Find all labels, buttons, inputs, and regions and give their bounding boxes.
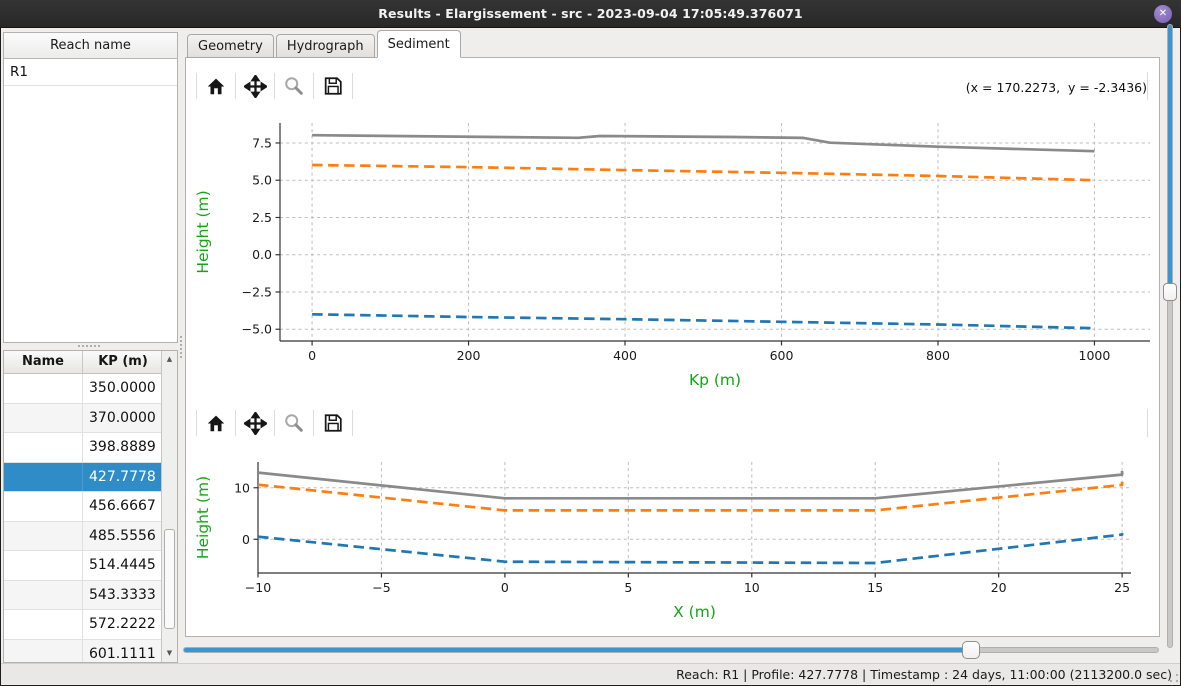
kp-profile-chart[interactable]: 0 200 400 600 800 1000 7.5 5.0 2.5 0.0 −2.5 −5.0 Kp …	[188, 106, 1156, 398]
cursor-coordinates: (x = 170.2273, y = -2.3436)	[966, 80, 1147, 95]
svg-text:600: 600	[770, 348, 794, 363]
table-row[interactable]: 514.4445	[4, 551, 162, 581]
cross-section-chart[interactable]: −10 −5 0 5 10 15 20 25 10 0 X (m) Height (m)	[188, 444, 1156, 626]
tab-geometry[interactable]: Geometry	[187, 34, 274, 58]
table-row[interactable]: 427.7778	[4, 463, 162, 493]
profile-slider-handle[interactable]	[962, 641, 980, 659]
svg-text:5: 5	[624, 580, 632, 595]
profile-table-header: Name KP (m)	[4, 351, 177, 374]
pan-button[interactable]	[236, 71, 274, 101]
reach-list-panel: Reach name R1	[3, 32, 178, 343]
svg-text:−10: −10	[245, 580, 271, 595]
zoom-button[interactable]	[275, 408, 313, 438]
reach-list-header: Reach name	[4, 33, 177, 59]
pan-arrows-icon	[244, 75, 267, 98]
svg-text:800: 800	[926, 348, 950, 363]
table-row[interactable]: 350.0000	[4, 374, 162, 404]
svg-text:200: 200	[457, 348, 481, 363]
svg-text:0.0: 0.0	[252, 247, 272, 262]
column-header-kp[interactable]: KP (m)	[83, 351, 163, 373]
time-slider-handle[interactable]	[1163, 283, 1177, 301]
svg-text:−5.0: −5.0	[242, 322, 272, 337]
svg-text:0: 0	[242, 532, 250, 547]
table-row[interactable]: 601.1111	[4, 640, 162, 664]
save-icon	[322, 412, 344, 434]
time-slider[interactable]	[1167, 24, 1173, 648]
svg-text:15: 15	[867, 580, 883, 595]
column-header-name[interactable]: Name	[4, 351, 83, 373]
magnifier-icon	[283, 412, 305, 434]
tab-sediment[interactable]: Sediment	[377, 30, 461, 58]
table-scrollbar[interactable]: ▲ ▼	[161, 351, 177, 662]
table-row[interactable]: 572.2222	[4, 610, 162, 640]
svg-text:Height (m): Height (m)	[194, 476, 212, 559]
scrollbar-thumb[interactable]	[164, 529, 175, 629]
resize-grip[interactable]	[1169, 673, 1179, 683]
profile-table: Name KP (m) 350.0000370.0000398.8889427.…	[3, 350, 178, 663]
svg-text:0: 0	[308, 348, 316, 363]
svg-text:−5: −5	[372, 580, 390, 595]
magnifier-icon	[283, 75, 305, 97]
pan-arrows-icon	[244, 412, 267, 435]
profile-slider[interactable]	[183, 647, 1159, 653]
scroll-up-icon[interactable]: ▲	[162, 352, 177, 367]
table-row[interactable]: 456.6667	[4, 492, 162, 522]
svg-text:Kp (m): Kp (m)	[689, 371, 741, 389]
save-button[interactable]	[314, 71, 352, 101]
svg-text:20: 20	[991, 580, 1007, 595]
table-row[interactable]: 370.0000	[4, 404, 162, 434]
table-row[interactable]: 485.5556	[4, 522, 162, 552]
tab-bar: Geometry Hydrograph Sediment	[187, 30, 461, 58]
save-icon	[322, 75, 344, 97]
table-row[interactable]: 543.3333	[4, 581, 162, 611]
svg-text:5.0: 5.0	[252, 173, 272, 188]
titlebar: Results - Elargissement - src - 2023-09-…	[0, 0, 1181, 28]
profile-slider-fill	[184, 648, 971, 652]
svg-text:25: 25	[1114, 580, 1130, 595]
svg-text:10: 10	[744, 580, 760, 595]
svg-text:0: 0	[501, 580, 509, 595]
scroll-down-icon[interactable]: ▼	[162, 646, 177, 661]
svg-text:Height (m): Height (m)	[194, 190, 212, 273]
top-chart-toolbar	[196, 70, 353, 102]
tab-hydrograph[interactable]: Hydrograph	[276, 34, 375, 58]
svg-text:X (m): X (m)	[673, 603, 716, 621]
pan-button[interactable]	[236, 408, 274, 438]
status-text: Reach: R1 | Profile: 427.7778 | Timestam…	[676, 667, 1172, 682]
profile-table-body: 350.0000370.0000398.8889427.7778456.6667…	[4, 374, 162, 663]
svg-text:10: 10	[234, 480, 250, 495]
svg-text:400: 400	[613, 348, 637, 363]
bottom-chart-toolbar	[196, 407, 353, 439]
home-icon	[205, 412, 227, 434]
svg-text:2.5: 2.5	[252, 210, 272, 225]
save-button[interactable]	[314, 408, 352, 438]
home-icon	[205, 75, 227, 97]
status-bar: Reach: R1 | Profile: 427.7778 | Timestam…	[1, 663, 1180, 684]
svg-text:1000: 1000	[1079, 348, 1111, 363]
window-title: Results - Elargissement - src - 2023-09-…	[378, 6, 802, 21]
app-window: Results - Elargissement - src - 2023-09-…	[0, 0, 1181, 686]
time-slider-fill	[1168, 25, 1172, 292]
home-button[interactable]	[197, 71, 235, 101]
svg-text:7.5: 7.5	[252, 135, 272, 150]
sidebar-splitter-handle[interactable]	[78, 345, 100, 347]
close-button[interactable]: ✕	[1154, 5, 1172, 23]
home-button[interactable]	[197, 408, 235, 438]
svg-text:−2.5: −2.5	[242, 284, 272, 299]
vertical-splitter-handle[interactable]	[180, 336, 182, 358]
reach-list-item[interactable]: R1	[4, 59, 177, 86]
zoom-button[interactable]	[275, 71, 313, 101]
table-row[interactable]: 398.8889	[4, 433, 162, 463]
